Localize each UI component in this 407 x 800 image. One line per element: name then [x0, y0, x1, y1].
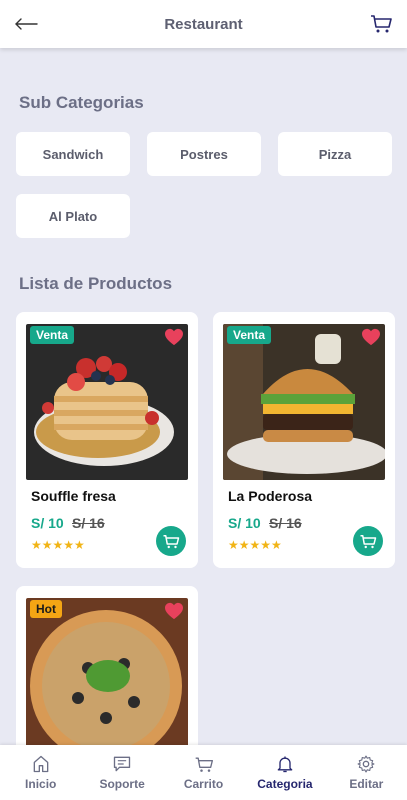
nav-item-editar[interactable]: Editar	[326, 745, 407, 800]
nav-label: Carrito	[183, 777, 224, 791]
home-icon	[33, 755, 49, 773]
product-price: S/ 10	[31, 515, 64, 531]
top-bar: Restaurant	[0, 0, 407, 48]
chat-icon	[113, 756, 131, 772]
product-name: Souffle fresa	[31, 488, 116, 504]
nav-label: Inicio	[25, 777, 57, 791]
nav-label: Soporte	[99, 777, 145, 791]
product-image	[26, 598, 188, 754]
product-image	[26, 324, 188, 480]
chip-sandwich[interactable]: Sandwich	[16, 132, 130, 176]
product-price: S/ 10	[228, 515, 261, 531]
nav-label: Editar	[349, 777, 384, 791]
chip-pizza[interactable]: Pizza	[278, 132, 392, 176]
arrow-left-icon	[15, 18, 38, 30]
chip-al-plato[interactable]: Al Plato	[16, 194, 130, 238]
nav-item-categoria[interactable]: Categoria	[244, 745, 325, 800]
nav-item-carrito[interactable]: Carrito	[163, 745, 244, 800]
nav-item-inicio[interactable]: Inicio	[0, 745, 81, 800]
page-title: Restaurant	[164, 15, 243, 33]
bottom-nav: Inicio Soporte Carrito Categoria Editar	[0, 745, 407, 800]
add-to-cart-button[interactable]	[353, 526, 383, 556]
product-name: La Poderosa	[228, 488, 313, 504]
heart-icon[interactable]	[361, 328, 381, 346]
nav-label: Categoria	[257, 777, 313, 791]
cart-icon[interactable]	[369, 11, 393, 35]
bell-icon	[277, 756, 293, 773]
products-title: Lista de Productos	[19, 274, 173, 293]
rating-stars: ★★★★★	[31, 538, 85, 552]
status-badge: Hot	[30, 600, 62, 618]
back-button[interactable]	[12, 12, 40, 36]
cart-icon	[195, 757, 213, 772]
status-badge: Venta	[30, 326, 75, 344]
cart-icon	[163, 535, 180, 549]
product-old-price: S/ 16	[72, 515, 105, 531]
status-badge: Venta	[227, 326, 272, 344]
add-to-cart-button[interactable]	[156, 526, 186, 556]
product-image	[223, 324, 385, 480]
nav-item-soporte[interactable]: Soporte	[81, 745, 162, 800]
cart-icon	[360, 535, 377, 549]
rating-stars: ★★★★★	[228, 538, 282, 552]
heart-icon[interactable]	[164, 602, 184, 620]
gear-icon	[357, 755, 375, 773]
product-old-price: S/ 16	[269, 515, 302, 531]
subcategories-title: Sub Categorias	[19, 93, 144, 112]
heart-icon[interactable]	[164, 328, 184, 346]
chip-postres[interactable]: Postres	[147, 132, 261, 176]
product-card[interactable]: Venta Souffle fresa S/ 10 S/ 16 ★★★★★	[16, 312, 198, 568]
product-card[interactable]: Venta La Poderosa S/ 10 S/ 16 ★★★★★	[213, 312, 395, 568]
product-card[interactable]: Hot	[16, 586, 198, 756]
